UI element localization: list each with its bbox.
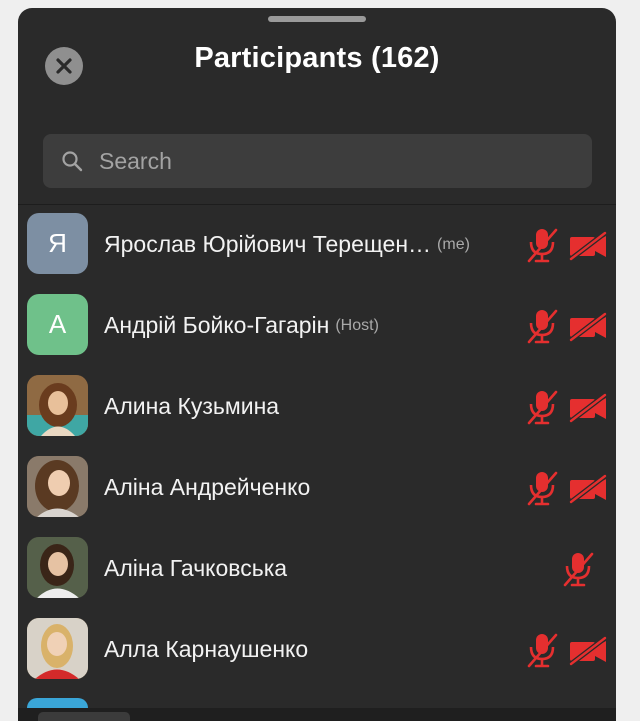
avatar-photo (27, 456, 88, 517)
participant-row[interactable]: Аліна Андрейченко (18, 447, 616, 528)
participant-name: Андрій Бойко-Гагарін (104, 312, 330, 338)
video-off-icon (568, 312, 608, 342)
person-photo-icon (27, 456, 88, 517)
avatar: А (27, 294, 88, 355)
participant-name-line: Ярослав Юрійович Терещен… (me) (104, 204, 470, 285)
drag-handle[interactable] (268, 16, 366, 22)
person-photo-icon (27, 537, 88, 598)
video-off-icon (568, 474, 608, 504)
avatar (27, 698, 88, 708)
avatar: Я (27, 213, 88, 274)
participant-name: Аліна Андрейченко (104, 474, 311, 500)
mic-muted-icon (561, 551, 595, 587)
participant-name: Алина Кузьмина (104, 393, 280, 419)
participant-name-line: Алла Карнаушенко (104, 609, 314, 690)
video-off-icon (568, 231, 608, 261)
page-title: Participants (162) (194, 42, 440, 74)
video-off-icon (568, 636, 608, 666)
avatar-initial: А (48, 309, 67, 339)
participant-name-line: Аліна Андрейченко (104, 447, 316, 528)
avatar-photo (27, 375, 88, 436)
person-photo-icon (27, 618, 88, 679)
search-icon (62, 151, 83, 172)
participant-row[interactable]: Аліна Гачковська (18, 528, 616, 609)
participant-name-line: Андрій Бойко-Гагарін (Host) (104, 285, 379, 366)
mic-muted-icon (525, 389, 559, 425)
avatar-initial: Я (48, 228, 67, 258)
mic-muted-icon (525, 308, 559, 344)
participants-sheet: Participants (162) Я Ярослав Юрійович Те… (18, 8, 616, 721)
participant-row[interactable]: Я Ярослав Юрійович Терещен… (me) (18, 204, 616, 285)
video-off-icon (568, 393, 608, 423)
search-field[interactable] (43, 134, 592, 188)
search-input[interactable] (97, 146, 592, 176)
participant-tag: (Host) (335, 316, 379, 334)
mic-muted-icon (525, 227, 559, 263)
participant-name: Алла Карнаушенко (104, 636, 309, 662)
participant-name: Аліна Гачковська (104, 555, 288, 581)
participant-list: Я Ярослав Юрійович Терещен… (me) А Андрі… (18, 204, 616, 690)
participant-row[interactable]: Алина Кузьмина (18, 366, 616, 447)
participant-name-line: Аліна Гачковська (104, 528, 293, 609)
avatar-photo (27, 618, 88, 679)
avatar-photo (27, 537, 88, 598)
participant-name: Ярослав Юрійович Терещен… (104, 231, 432, 257)
participant-tag: (me) (437, 235, 470, 253)
mic-muted-icon (525, 470, 559, 506)
bottom-button[interactable] (38, 712, 130, 721)
participant-row[interactable]: Алла Карнаушенко (18, 609, 616, 690)
participant-name-line: Алина Кузьмина (104, 366, 285, 447)
person-photo-icon (27, 375, 88, 436)
participant-row[interactable]: А Андрій Бойко-Гагарін (Host) (18, 285, 616, 366)
mic-muted-icon (525, 632, 559, 668)
